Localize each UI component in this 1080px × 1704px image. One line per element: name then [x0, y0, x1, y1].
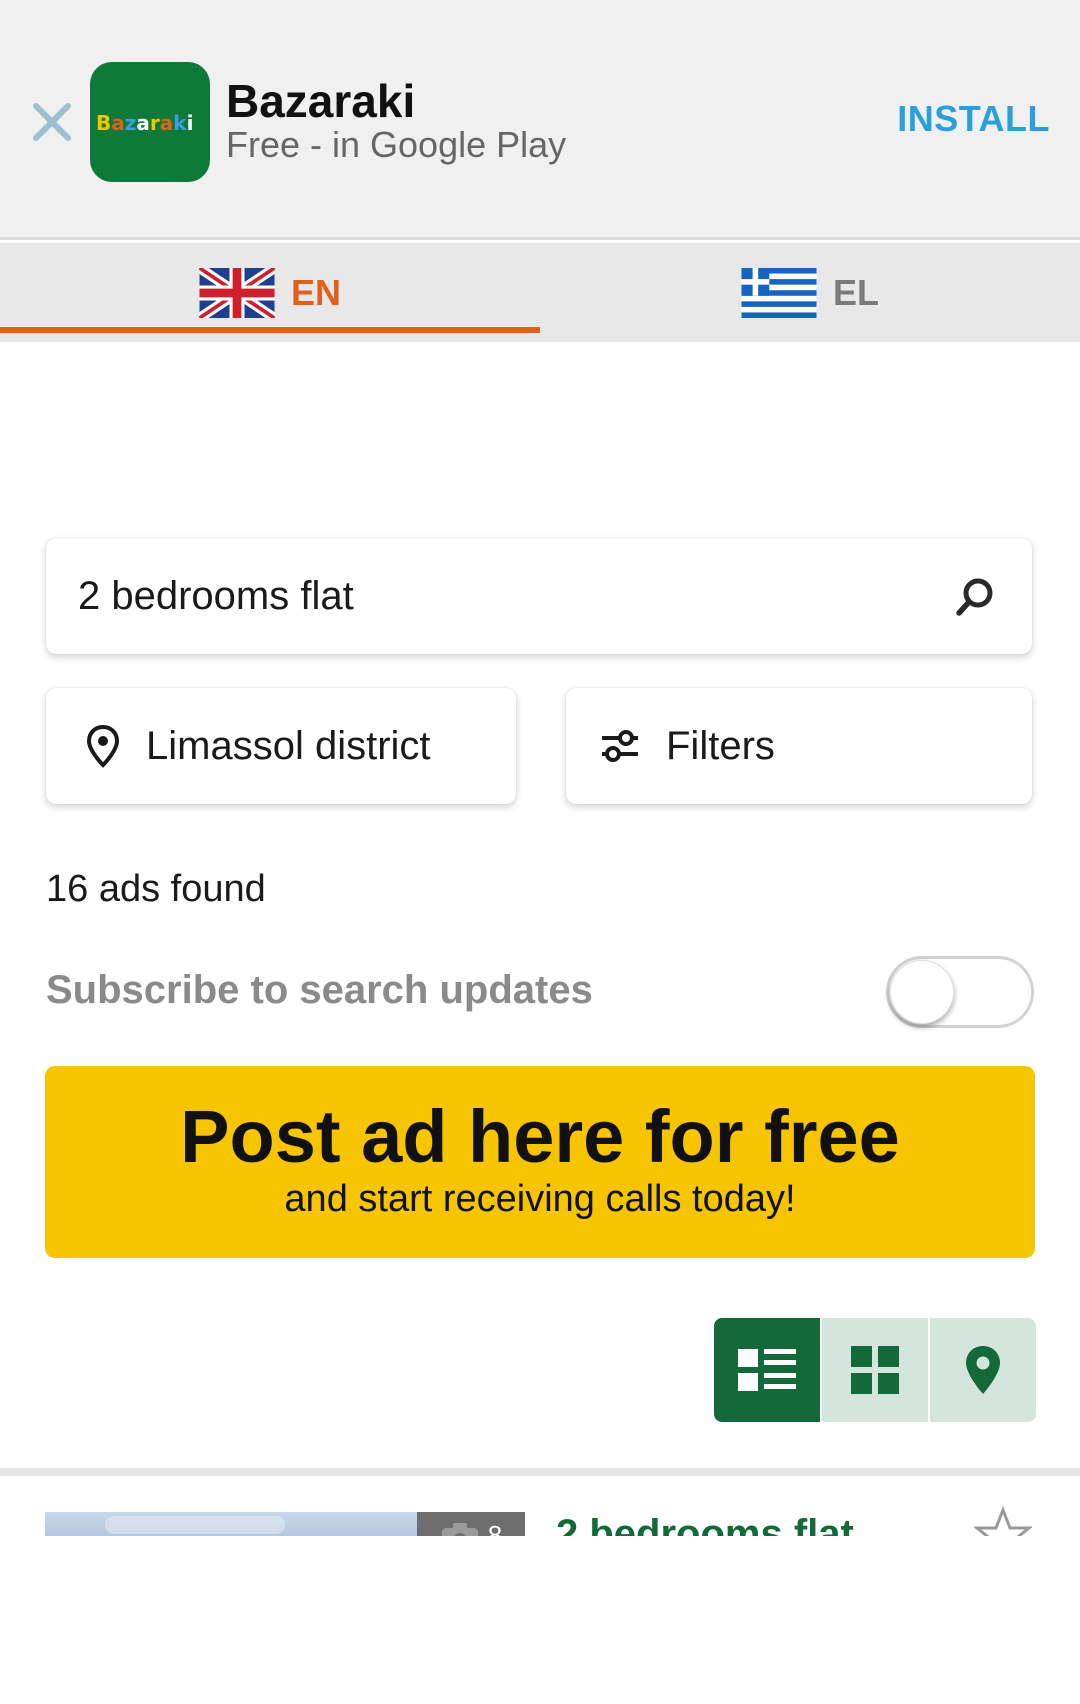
greece-flag-icon: [741, 267, 817, 318]
results-count: 16 ads found: [46, 868, 266, 910]
active-tab-indicator: [0, 327, 540, 333]
search-input[interactable]: [78, 573, 938, 619]
listing-card[interactable]: 8 2 bedrooms flat: [0, 1476, 1080, 1536]
app-install-banner: Bazaraki Bazaraki Free - in Google Play …: [0, 0, 1080, 240]
app-logo: Bazaraki: [90, 62, 210, 182]
filters-button[interactable]: Filters: [566, 688, 1032, 804]
grid-view-button[interactable]: [822, 1318, 928, 1422]
list-view-icon: [738, 1349, 796, 1391]
section-divider: [0, 1468, 1080, 1476]
app-store-subtitle: Free - in Google Play: [226, 124, 567, 165]
photo-count: 8: [487, 1520, 503, 1536]
tab-language-el[interactable]: EL: [540, 243, 1080, 342]
tab-language-label: EL: [832, 271, 879, 313]
location-pin-icon: [86, 724, 120, 768]
camera-icon: [441, 1523, 478, 1536]
install-button[interactable]: INSTALL: [897, 98, 1050, 140]
favorite-star-icon[interactable]: [972, 1505, 1034, 1536]
svg-text:Bazaraki: Bazaraki: [96, 111, 193, 135]
app-name: Bazaraki: [226, 75, 416, 127]
map-view-button[interactable]: [930, 1318, 1036, 1422]
post-ad-banner[interactable]: Post ad here for free and start receivin…: [45, 1066, 1035, 1258]
listing-photo[interactable]: [45, 1512, 417, 1536]
tab-language-label: EN: [290, 271, 341, 313]
close-icon[interactable]: [28, 98, 76, 146]
photo-count-badge: 8: [417, 1512, 525, 1536]
bazaraki-logo-wordmark: Bazaraki: [96, 111, 193, 135]
filters-sliders-icon: [602, 730, 638, 762]
subscribe-label: Subscribe to search updates: [46, 968, 593, 1012]
uk-flag-icon: [198, 267, 275, 318]
toggle-knob: [890, 960, 954, 1024]
location-selector[interactable]: Limassol district: [46, 688, 516, 804]
map-view-icon: [966, 1346, 1000, 1394]
subscribe-toggle[interactable]: [886, 952, 1034, 1032]
post-ad-title: Post ad here for free: [180, 1095, 900, 1178]
search-icon[interactable]: [954, 576, 996, 618]
listing-title[interactable]: 2 bedrooms flat: [556, 1512, 854, 1536]
search-box[interactable]: [46, 538, 1032, 654]
grid-view-icon: [851, 1346, 899, 1394]
post-ad-subtitle: and start receiving calls today!: [284, 1178, 796, 1220]
view-mode-switcher: [714, 1318, 1036, 1422]
list-view-button[interactable]: [714, 1318, 820, 1422]
filters-label: Filters: [666, 723, 775, 768]
location-label: Limassol district: [146, 723, 431, 768]
